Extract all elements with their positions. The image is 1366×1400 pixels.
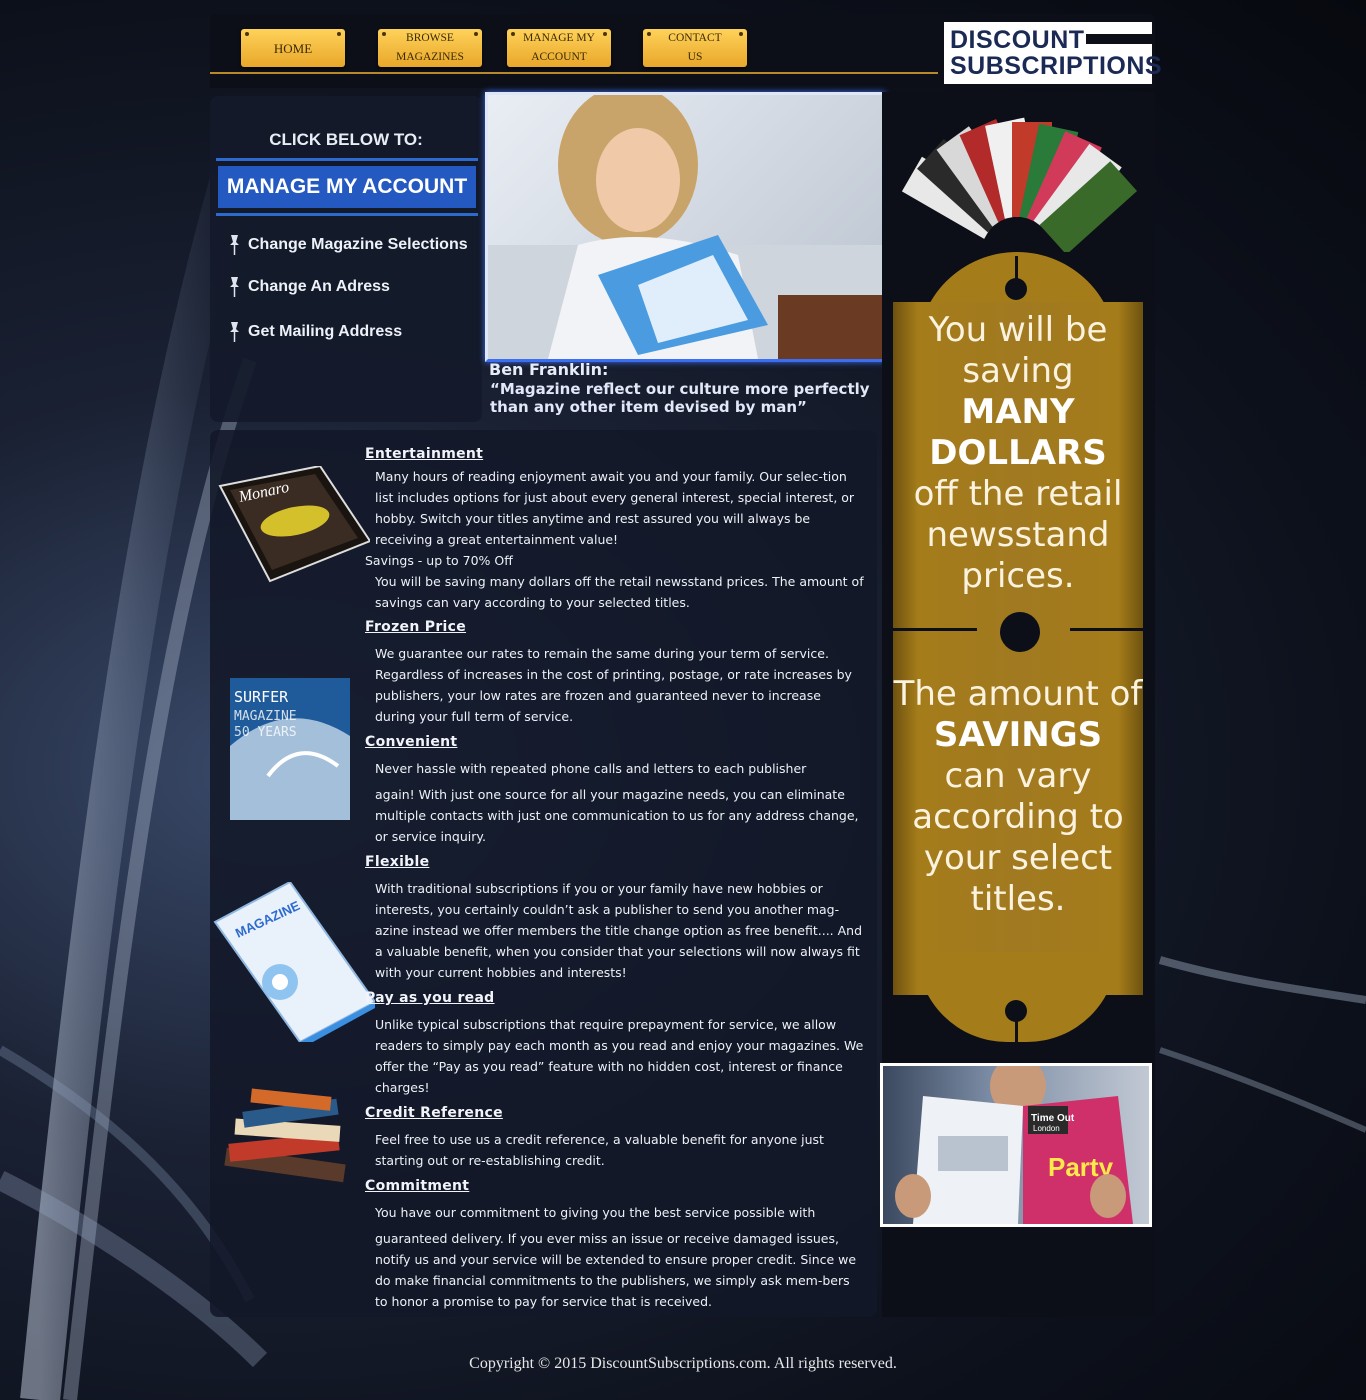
nav-divider [210, 72, 940, 74]
surfer-cover-years: 50 YEARS [234, 725, 297, 740]
section-text-commitment: You have our commitment to giving you th… [375, 1202, 865, 1312]
nav-manage-account-button[interactable]: MANAGE MY ACCOUNT [507, 29, 611, 67]
tag-hole-top [1005, 278, 1027, 300]
man-reading-magazine-photo: Time Out London Party [880, 1063, 1152, 1227]
quote-author: Ben Franklin: [489, 360, 609, 379]
section-text-convenient: Never hassle with repeated phone calls a… [375, 758, 865, 847]
nav-contact-label-line1: CONTACT [668, 32, 722, 44]
link-label: Get Mailing Address [248, 323, 403, 340]
nav-contact-us-button[interactable]: CONTACT US [643, 29, 747, 67]
quote-text: “Magazine reflect our culture more perfe… [490, 380, 870, 416]
nav-manage-label-line1: MANAGE MY [523, 32, 595, 44]
top-navigation-bar: HOME BROWSE MAGAZINES MANAGE MY ACCOUNT … [210, 14, 1162, 88]
section-text-credit-reference: Feel free to use us a credit reference, … [375, 1129, 865, 1171]
paragraph: Never hassle with repeated phone calls a… [375, 761, 807, 776]
section-title-credit-reference: Credit Reference [365, 1105, 503, 1121]
promo-text-block-2: The amount of SAVINGS can vary according… [893, 674, 1143, 919]
tag-hole-middle [1000, 612, 1040, 652]
paragraph: Many hours of reading enjoyment await yo… [375, 469, 855, 547]
manage-account-banner[interactable]: MANAGE MY ACCOUNT [216, 158, 478, 216]
pushpin-icon [230, 235, 239, 255]
benefits-content-panel: Monaro SURFER MAGAZINE 50 YEARS MAGAZINE… [210, 430, 877, 1317]
paragraph: We guarantee our rates to remain the sam… [375, 646, 852, 724]
pushpin-icon [230, 277, 239, 297]
nav-browse-magazines-button[interactable]: BROWSE MAGAZINES [378, 29, 482, 67]
surfer-magazine-image: SURFER MAGAZINE 50 YEARS [230, 678, 350, 820]
copyright-footer: Copyright © 2015 DiscountSubscriptions.c… [469, 1355, 897, 1372]
section-text-pay-as-you-read: Unlike typical subscriptions that requir… [375, 1014, 865, 1098]
paragraph: Feel free to use us a credit reference, … [375, 1132, 824, 1168]
section-text-frozen-price: We guarantee our rates to remain the sam… [375, 643, 865, 727]
account-actions-panel: CLICK BELOW TO: MANAGE MY ACCOUNT Change… [210, 96, 482, 422]
section-title-entertainment: Entertainment [365, 446, 484, 462]
promo-text-block-1: You will be saving MANY DOLLARS off the … [913, 310, 1123, 596]
section-title-convenient: Convenient [365, 734, 458, 750]
nav-home-button[interactable]: HOME [241, 29, 345, 67]
section-text-entertainment: Many hours of reading enjoyment await yo… [365, 466, 865, 613]
link-label: Change An Adress [248, 278, 390, 295]
get-mailing-address-link[interactable]: Get Mailing Address [228, 321, 402, 343]
logo-line1: DISCOUNT [950, 26, 1085, 54]
change-address-link[interactable]: Change An Adress [228, 276, 390, 298]
stacked-books-image [224, 1088, 346, 1183]
paragraph: Unlike typical subscriptions that requir… [375, 1017, 864, 1095]
section-title-pay-as-you-read: Pay as you read [365, 990, 495, 1006]
link-label: Change Magazine Selections [248, 236, 468, 253]
section-title-frozen-price: Frozen Price [365, 619, 467, 635]
nav-home-label: HOME [273, 40, 313, 56]
timeout-cover-city: London [1033, 1124, 1060, 1133]
nav-contact-label-line2: US [687, 51, 703, 63]
manage-account-label: MANAGE MY ACCOUNT [218, 166, 476, 208]
nav-manage-label-line2: ACCOUNT [531, 51, 587, 63]
paragraph-savings: Savings - up to 70% Off [365, 553, 513, 568]
section-title-commitment: Commitment [365, 1178, 470, 1194]
nav-browse-label-line2: MAGAZINES [396, 51, 464, 63]
change-magazine-selections-link[interactable]: Change Magazine Selections [228, 234, 468, 256]
timeout-cover-title: Time Out [1031, 1113, 1075, 1124]
section-title-flexible: Flexible [365, 854, 430, 870]
site-logo[interactable]: DISCOUNT SUBSCRIPTIONS [938, 22, 1162, 84]
pushpin-icon [230, 322, 239, 342]
paragraph: You will be saving many dollars off the … [375, 574, 864, 610]
logo-line2: SUBSCRIPTIONS [950, 52, 1163, 80]
paragraph: again! With just one source for all your… [375, 787, 859, 844]
section-text-flexible: With traditional subscriptions if you or… [375, 878, 865, 983]
your-magazine-book-image: MAGAZINE [213, 882, 375, 1042]
click-below-heading: CLICK BELOW TO: [269, 130, 423, 149]
monaro-book-image: Monaro [218, 466, 370, 583]
woman-reading-photo [485, 92, 885, 362]
surfer-cover-title: SURFER [234, 688, 289, 706]
paragraph: You have our commitment to giving you th… [375, 1205, 816, 1220]
paragraph: guaranteed delivery. If you ever miss an… [375, 1231, 857, 1309]
paragraph: With traditional subscriptions if you or… [375, 881, 863, 980]
nav-browse-label-line1: BROWSE [406, 32, 454, 44]
magazine-fan-image [901, 117, 1138, 252]
surfer-cover-sub: MAGAZINE [234, 709, 297, 724]
page-container: HOME BROWSE MAGAZINES MANAGE MY ACCOUNT … [210, 14, 1162, 1317]
